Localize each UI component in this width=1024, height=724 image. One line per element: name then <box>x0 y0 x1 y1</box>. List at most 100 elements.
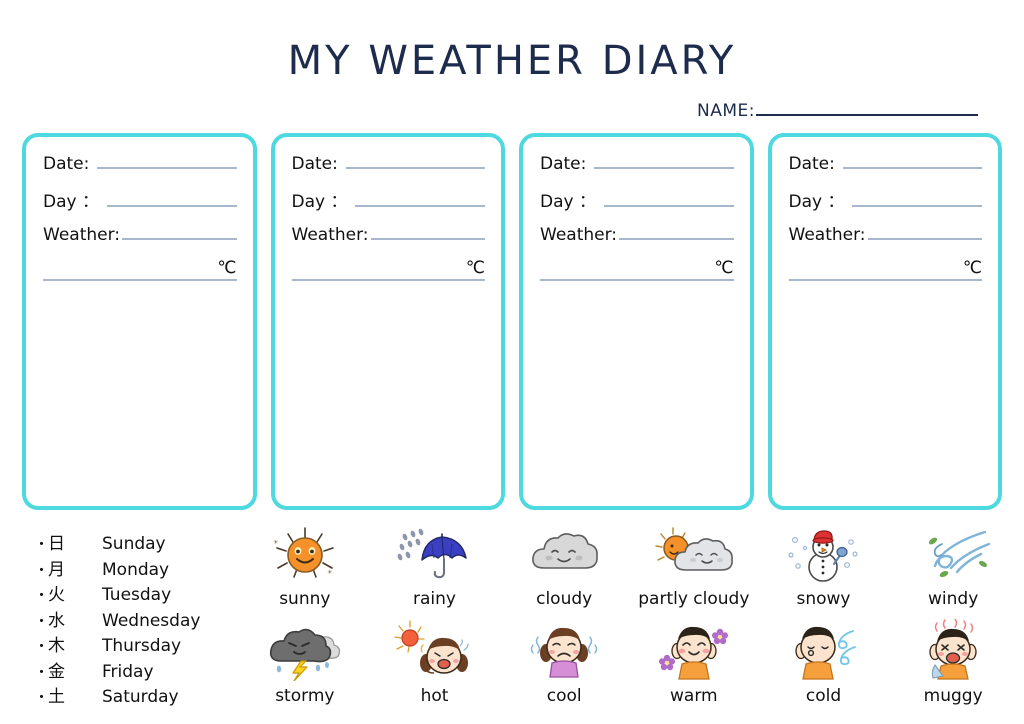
weather-label: snowy <box>796 589 851 609</box>
day-label: Day ： <box>291 192 348 212</box>
name-label: NAME: <box>697 101 755 121</box>
day-input-blank[interactable] <box>603 192 734 207</box>
svg-text:☀: ☀ <box>273 539 279 546</box>
day-kanji: 水 <box>48 610 65 631</box>
weather-input-blank[interactable] <box>122 225 237 240</box>
weather-label: muggy <box>923 686 983 706</box>
list-item: ・ 金 Friday <box>34 657 240 683</box>
temperature-input-blank[interactable]: ℃ <box>540 258 734 281</box>
weather-field-row: Weather: <box>43 225 237 245</box>
day-label: Day ： <box>43 192 99 212</box>
temperature-input-blank[interactable]: ℃ <box>43 258 237 281</box>
weather-item-warm: warm <box>629 618 759 719</box>
weather-label: Weather: <box>43 225 121 245</box>
weather-input-blank[interactable] <box>867 225 982 240</box>
day-english: Monday <box>102 559 170 580</box>
temperature-unit-label: ℃ <box>465 258 485 278</box>
day-field-row: Day ： <box>291 187 485 212</box>
weather-item-partly-cloudy: partly cloudy <box>629 523 759 618</box>
weather-field-row: Weather: <box>292 225 485 245</box>
day-label: Day ： <box>540 192 596 212</box>
weather-label: cloudy <box>536 589 593 609</box>
temperature-input-blank[interactable]: ℃ <box>788 258 982 281</box>
weather-vocabulary-grid: ☀ ☀ sunny rainy cloudy partly cloudy sno… <box>240 523 1024 724</box>
weather-item-rainy: rainy <box>370 523 500 618</box>
svg-text:☀: ☀ <box>327 569 333 576</box>
day-label: Day ： <box>788 192 845 212</box>
list-item: ・ 木 Thursday <box>34 631 240 657</box>
day-input-blank[interactable] <box>852 192 982 207</box>
diary-card[interactable]: Date: Day ： Weather: ℃ <box>270 133 505 510</box>
weather-label: Weather: <box>788 225 866 245</box>
bullet-icon: ・ <box>34 560 50 579</box>
reference-section: ・ 日 Sunday ・ 月 Monday ・ 火 Tuesday ・ 水 We… <box>0 523 1024 724</box>
bullet-icon: ・ <box>34 688 50 706</box>
days-of-week-list: ・ 日 Sunday ・ 月 Monday ・ 火 Tuesday ・ 水 We… <box>0 523 240 724</box>
cold-face-wind-icon <box>777 618 869 682</box>
day-english: Saturday <box>102 687 179 707</box>
list-item: ・ 火 Tuesday <box>34 580 240 606</box>
list-item: ・ 水 Wednesday <box>34 606 240 632</box>
diary-card[interactable]: Date: Day ： Weather: ℃ <box>767 133 1002 510</box>
weather-item-cloudy: cloudy <box>499 523 629 618</box>
bullet-icon: ・ <box>34 662 50 681</box>
day-english: Tuesday <box>102 585 172 605</box>
smiling-face-flowers-icon <box>648 618 740 682</box>
day-english: Sunday <box>102 534 166 554</box>
sun-icon: ☀ ☀ <box>259 523 351 585</box>
umbrella-rain-icon <box>388 523 480 585</box>
date-input-blank[interactable] <box>345 154 485 169</box>
weather-label: partly cloudy <box>638 589 750 609</box>
weather-item-snowy: snowy <box>759 523 889 618</box>
day-english: Thursday <box>102 636 182 656</box>
day-kanji: 火 <box>48 585 65 605</box>
day-kanji: 木 <box>48 636 65 656</box>
sun-behind-cloud-icon <box>648 523 740 585</box>
weather-field-row: Weather: <box>788 225 982 245</box>
muggy-face-icon <box>907 618 999 682</box>
date-label: Date: <box>788 154 835 174</box>
weather-item-muggy: muggy <box>888 618 1018 719</box>
date-field-row: Date: <box>291 154 485 174</box>
day-english: Wednesday <box>102 610 201 631</box>
storm-cloud-lightning-icon <box>259 618 351 682</box>
weather-input-blank[interactable] <box>619 225 734 240</box>
bullet-icon: ・ <box>34 535 50 553</box>
list-item: ・ 土 Saturday <box>34 682 240 708</box>
diary-card[interactable]: Date: Day ： Weather: ℃ <box>22 133 257 510</box>
bullet-icon: ・ <box>34 637 50 655</box>
weather-label: stormy <box>275 686 335 706</box>
temperature-unit-label: ℃ <box>217 258 237 278</box>
day-input-blank[interactable] <box>355 192 485 207</box>
bullet-icon: ・ <box>34 611 50 630</box>
weather-label: Weather: <box>540 225 618 245</box>
weather-label: cool <box>546 686 582 706</box>
temperature-input-blank[interactable]: ℃ <box>291 258 485 281</box>
date-field-row: Date: <box>788 154 982 174</box>
weather-item-windy: windy <box>888 523 1018 618</box>
day-kanji: 日 <box>48 534 65 554</box>
weather-item-cool: cool <box>499 618 629 719</box>
snowman-icon <box>777 523 869 585</box>
date-label: Date: <box>291 154 338 174</box>
list-item: ・ 月 Monday <box>34 555 240 581</box>
weather-item-sunny: ☀ ☀ sunny <box>240 523 370 618</box>
name-input-blank[interactable] <box>756 100 978 116</box>
list-item: ・ 日 Sunday <box>34 529 240 555</box>
day-field-row: Day ： <box>540 187 734 212</box>
page-title: MY WEATHER DIARY <box>287 38 737 84</box>
bullet-icon: ・ <box>34 586 50 604</box>
date-input-blank[interactable] <box>842 154 982 169</box>
weather-label: rainy <box>413 589 456 609</box>
date-input-blank[interactable] <box>97 154 237 169</box>
date-input-blank[interactable] <box>594 154 734 169</box>
weather-item-hot: hot <box>370 618 500 719</box>
weather-label: hot <box>420 686 449 706</box>
diary-card[interactable]: Date: Day ： Weather: ℃ <box>519 133 754 510</box>
weather-label: sunny <box>279 589 331 609</box>
day-field-row: Day ： <box>43 187 237 212</box>
day-field-row: Day ： <box>788 187 982 212</box>
weather-input-blank[interactable] <box>370 225 485 240</box>
diary-cards-container: Date: Day ： Weather: ℃ Date: Day ： Weath… <box>22 133 1002 510</box>
day-input-blank[interactable] <box>106 192 237 207</box>
